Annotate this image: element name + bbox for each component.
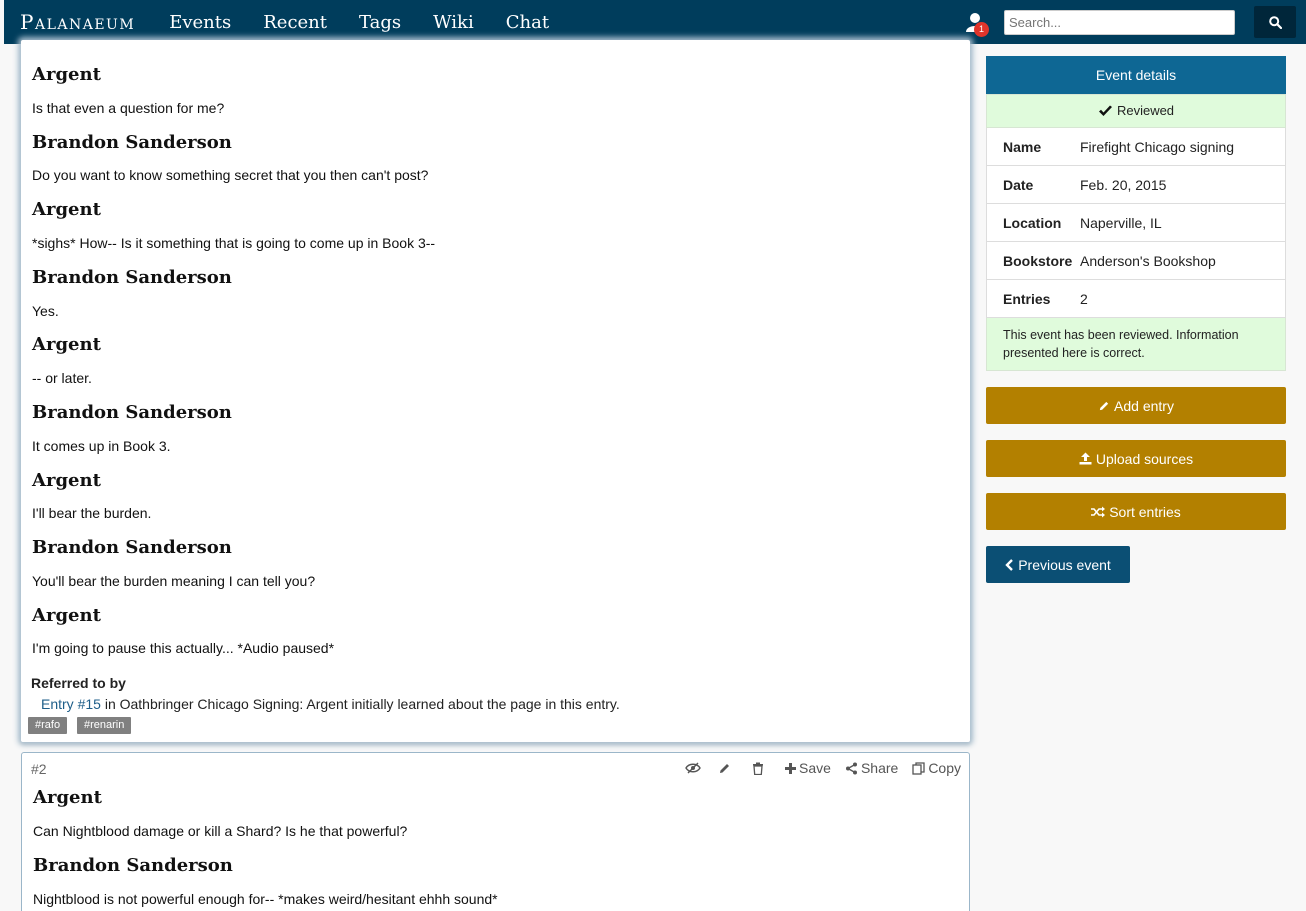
speaker-name: Argent [33, 787, 102, 808]
detail-key: Date [1003, 176, 1034, 193]
share-icon [845, 762, 857, 774]
search-button[interactable] [1254, 6, 1296, 38]
detail-value: Firefight Chicago signing [1080, 138, 1235, 155]
check-icon [1098, 105, 1112, 116]
speaker-name: Argent [32, 605, 101, 626]
site-logo[interactable]: Palanaeum [20, 10, 135, 34]
detail-value: Anderson's Bookshop [1080, 252, 1216, 269]
event-details-header: Event details [986, 56, 1286, 94]
speaker-name: Brandon Sanderson [32, 267, 232, 288]
notification-badge: 1 [974, 22, 989, 37]
upload-sources-label: Upload sources [1095, 450, 1194, 467]
save-label: Save [799, 760, 831, 776]
review-note: This event has been reviewed. Informatio… [986, 318, 1286, 371]
previous-event-button[interactable]: Previous event [986, 546, 1130, 583]
speaker-name: Brandon Sanderson [32, 402, 232, 423]
speaker-name: Argent [32, 64, 101, 85]
detail-row-date: Date Feb. 20, 2015 [986, 166, 1286, 204]
entry-card-1: Argent Is that even a question for me? B… [21, 40, 970, 742]
nav-chat[interactable]: Chat [490, 12, 565, 33]
pencil-icon [720, 763, 730, 773]
entry-toolbar: Save Share Copy [671, 760, 961, 776]
dialogue-line: Is that even a question for me? [32, 100, 225, 116]
detail-value: Naperville, IL [1080, 214, 1162, 231]
search-input[interactable] [1004, 9, 1235, 35]
delete-button[interactable] [752, 762, 767, 775]
chevron-left-icon [1005, 558, 1014, 571]
entry-card-2: #2 Save Share Copy Argent Can Nightblood… [21, 752, 970, 911]
dialogue-line: You'll bear the burden meaning I can tel… [32, 573, 316, 589]
upload-icon [1079, 452, 1092, 465]
dialogue-line: Nightblood is not powerful enough for-- … [33, 891, 498, 907]
speaker-name: Argent [32, 334, 101, 355]
speaker-name: Brandon Sanderson [33, 855, 233, 876]
edit-button[interactable] [718, 762, 734, 775]
tag-rafo[interactable]: #rafo [28, 717, 68, 734]
detail-key: Name [1003, 138, 1042, 155]
speaker-name: Brandon Sanderson [32, 537, 232, 558]
plus-icon [785, 762, 797, 774]
entry-number[interactable]: #2 [31, 761, 47, 777]
sort-entries-label: Sort entries [1109, 503, 1181, 520]
detail-key: Location [1003, 214, 1062, 231]
detail-key: Entries [1003, 290, 1051, 307]
tag-renarin[interactable]: #renarin [77, 717, 132, 734]
copy-label: Copy [928, 760, 961, 776]
add-entry-label: Add entry [1114, 397, 1174, 414]
top-navbar: Palanaeum Events Recent Tags Wiki Chat 1 [4, 0, 1306, 44]
reviewed-status: Reviewed [986, 94, 1286, 128]
detail-row-entries: Entries 2 [986, 280, 1286, 318]
nav-recent[interactable]: Recent [247, 12, 343, 33]
speaker-name: Argent [32, 470, 101, 491]
nav-right: 1 [964, 6, 1296, 38]
hide-button[interactable] [685, 762, 704, 774]
copy-icon [912, 761, 925, 775]
user-menu[interactable]: 1 [964, 7, 989, 37]
previous-event-label: Previous event [1018, 556, 1111, 573]
dialogue-line: Yes. [32, 303, 59, 319]
event-details-sidebar: Event details Reviewed Name Firefight Ch… [986, 56, 1286, 583]
detail-value: Feb. 20, 2015 [1080, 176, 1167, 193]
referred-to-line: Entry #15 in Oathbringer Chicago Signing… [41, 696, 620, 712]
add-entry-button[interactable]: Add entry [986, 387, 1286, 424]
shuffle-icon [1091, 506, 1106, 517]
dialogue-line: It comes up in Book 3. [32, 438, 171, 454]
dialogue-line: Do you want to know something secret tha… [32, 167, 429, 183]
referred-to-heading: Referred to by [31, 675, 126, 691]
save-button[interactable]: Save [785, 760, 831, 776]
trash-icon [753, 762, 764, 775]
detail-key: Bookstore [1003, 252, 1073, 269]
search-icon [1268, 15, 1282, 29]
dialogue-line: I'm going to pause this actually... *Aud… [32, 640, 335, 656]
detail-row-location: Location Naperville, IL [986, 204, 1286, 242]
dialogue-line: -- or later. [32, 370, 92, 386]
nav-events[interactable]: Events [153, 12, 247, 33]
detail-value: 2 [1080, 290, 1088, 307]
upload-sources-button[interactable]: Upload sources [986, 440, 1286, 477]
dialogue-line: Can Nightblood damage or kill a Shard? I… [33, 823, 408, 839]
share-label: Share [860, 760, 899, 776]
speaker-name: Argent [32, 199, 101, 220]
detail-row-bookstore: Bookstore Anderson's Bookshop [986, 242, 1286, 280]
dialogue-line: *sighs* How-- Is it something that is go… [32, 235, 436, 251]
referred-description: in Oathbringer Chicago Signing: Argent i… [100, 696, 620, 712]
detail-row-name: Name Firefight Chicago signing [986, 128, 1286, 166]
nav-tags[interactable]: Tags [343, 12, 417, 33]
speaker-name: Brandon Sanderson [32, 132, 232, 153]
sort-entries-button[interactable]: Sort entries [986, 493, 1286, 530]
reviewed-label: Reviewed [1116, 103, 1175, 118]
eye-slash-icon [685, 762, 701, 774]
dialogue-line: I'll bear the burden. [32, 505, 152, 521]
nav-links: Events Recent Tags Wiki Chat [153, 12, 565, 33]
copy-button[interactable]: Copy [912, 760, 961, 776]
share-button[interactable]: Share [845, 760, 898, 776]
nav-wiki[interactable]: Wiki [417, 12, 490, 33]
referred-entry-link[interactable]: Entry #15 [41, 696, 101, 712]
pencil-icon [1099, 401, 1109, 410]
